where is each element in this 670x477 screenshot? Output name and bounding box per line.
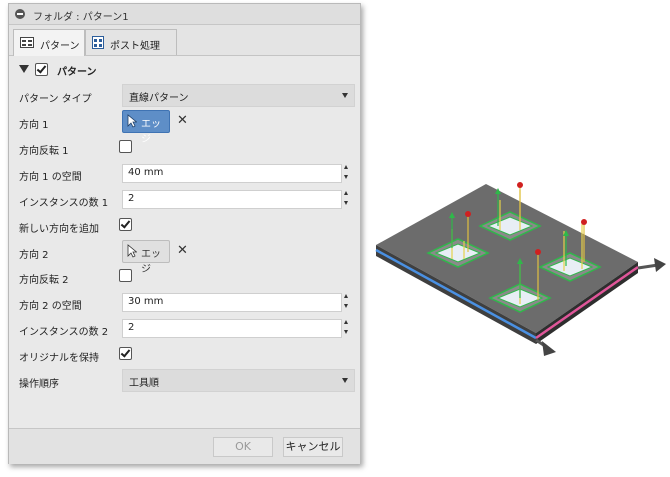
- spacing2-input[interactable]: 30 mm: [122, 293, 342, 312]
- spin-up-icon[interactable]: [344, 165, 348, 169]
- chevron-down-icon[interactable]: [19, 65, 29, 73]
- keep-original-checkbox[interactable]: [119, 347, 132, 360]
- direction1-edge-label: エッジ: [141, 119, 161, 145]
- direction2-edge-button[interactable]: エッジ: [122, 240, 170, 275]
- close-icon[interactable]: ✕: [177, 113, 188, 128]
- dialog-footer: OK キャンセル: [9, 428, 360, 464]
- direction-arrow-icon[interactable]: [535, 338, 556, 356]
- pattern-icon: [20, 37, 34, 48]
- spin-down-icon[interactable]: [344, 201, 348, 205]
- direction2-label: 方向 2: [19, 250, 49, 261]
- tab-post-process[interactable]: ポスト処理: [85, 29, 177, 55]
- flip1-checkbox[interactable]: [119, 140, 132, 153]
- ok-button[interactable]: OK: [213, 437, 273, 457]
- spin-up-icon[interactable]: [344, 191, 348, 195]
- spin-up-icon[interactable]: [344, 294, 348, 298]
- spacing1-label: 方向 1 の空間: [19, 172, 82, 183]
- operation-order-select[interactable]: 工具順: [122, 369, 355, 392]
- spacing1-input[interactable]: 40 mm: [122, 164, 342, 183]
- pattern-type-select[interactable]: 直線パターン: [122, 84, 355, 107]
- spin-up-icon[interactable]: [344, 320, 348, 324]
- collapse-icon[interactable]: [15, 9, 25, 19]
- pattern-type-value: 直線パターン: [129, 93, 189, 104]
- dialog-title: フォルダ : パターン1: [33, 12, 129, 23]
- count2-value: 2: [128, 322, 135, 333]
- count2-stepper[interactable]: [343, 319, 350, 336]
- spacing2-stepper[interactable]: [343, 293, 350, 310]
- chevron-down-icon: [342, 93, 348, 98]
- spacing2-value: 30 mm: [128, 296, 164, 307]
- direction-arrow-icon[interactable]: [637, 258, 666, 272]
- chevron-down-icon: [342, 378, 348, 383]
- count1-value: 2: [128, 193, 135, 204]
- flip2-label: 方向反転 2: [19, 275, 69, 286]
- spin-down-icon[interactable]: [344, 175, 348, 179]
- flip1-label: 方向反転 1: [19, 146, 69, 157]
- pointer-cursor-icon: [127, 114, 137, 128]
- pointer-cursor-icon: [127, 244, 137, 258]
- spacing1-value: 40 mm: [128, 167, 164, 178]
- pattern-type-label: パターン タイプ: [19, 94, 92, 105]
- direction2-edge-label: エッジ: [141, 249, 161, 275]
- operation-order-value: 工具順: [129, 378, 159, 389]
- keep-original-label: オリジナルを保持: [19, 353, 99, 364]
- count1-stepper[interactable]: [343, 190, 350, 207]
- spacing2-label: 方向 2 の空間: [19, 301, 82, 312]
- pattern-enable-checkbox[interactable]: [35, 63, 48, 76]
- pattern-section-header[interactable]: パターン: [19, 62, 219, 78]
- add-direction-label: 新しい方向を追加: [19, 224, 99, 235]
- direction1-edge-button[interactable]: エッジ: [122, 110, 170, 145]
- tab-pattern[interactable]: パターン: [13, 29, 85, 56]
- flip2-checkbox[interactable]: [119, 269, 132, 282]
- count2-input[interactable]: 2: [122, 319, 342, 338]
- dialog-titlebar[interactable]: フォルダ : パターン1: [9, 4, 360, 25]
- spin-down-icon[interactable]: [344, 304, 348, 308]
- add-direction-checkbox[interactable]: [119, 218, 132, 231]
- operation-order-label: 操作順序: [19, 379, 59, 390]
- cancel-button[interactable]: キャンセル: [283, 437, 343, 457]
- tab-bar: パターン ポスト処理: [9, 25, 360, 56]
- spin-down-icon[interactable]: [344, 330, 348, 334]
- count1-label: インスタンスの数 1: [19, 198, 109, 209]
- tab-post-process-label: ポスト処理: [110, 41, 160, 52]
- 3d-viewport[interactable]: [370, 170, 670, 370]
- direction1-label: 方向 1: [19, 120, 49, 131]
- stock-plate: [375, 184, 639, 344]
- count1-input[interactable]: 2: [122, 190, 342, 209]
- post-process-icon: [92, 36, 104, 49]
- pattern-dialog: フォルダ : パターン1 パターン ポスト処理 パターン パターン タイプ 直線…: [8, 3, 361, 464]
- section-title: パターン: [57, 67, 97, 78]
- tab-pattern-label: パターン: [40, 41, 80, 52]
- spacing1-stepper[interactable]: [343, 164, 350, 181]
- close-icon[interactable]: ✕: [177, 243, 188, 258]
- count2-label: インスタンスの数 2: [19, 327, 109, 338]
